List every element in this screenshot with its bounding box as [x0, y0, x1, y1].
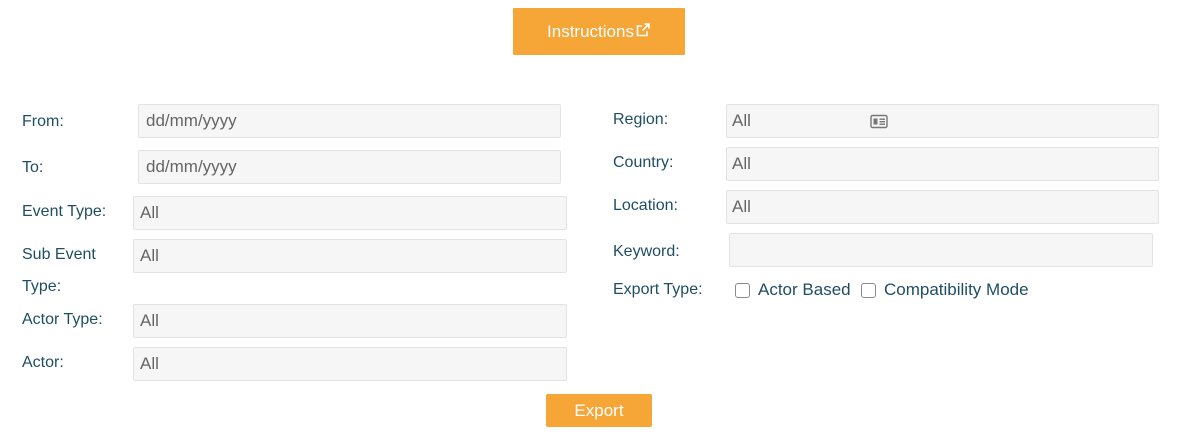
compatibility-mode-label[interactable]: Compatibility Mode [884, 280, 1029, 300]
region-value: All [732, 111, 751, 130]
sub-event-type-value: All [140, 246, 159, 265]
to-label: To: [22, 159, 44, 176]
region-select[interactable]: All [726, 104, 1159, 138]
export-label: Export [574, 400, 624, 420]
country-select[interactable]: All [726, 147, 1159, 181]
sub-event-type-label-line2: Type: [22, 278, 62, 295]
event-type-select[interactable]: All [133, 196, 567, 230]
actor-based-checkbox[interactable] [735, 283, 750, 298]
actor-type-select[interactable]: All [133, 304, 567, 338]
country-value: All [732, 154, 751, 173]
sub-event-type-label-line1: Sub Event [22, 246, 96, 263]
event-type-label: Event Type: [22, 203, 107, 220]
actor-type-value: All [140, 311, 159, 330]
to-date-placeholder: dd/mm/yyyy [146, 157, 237, 176]
from-label: From: [22, 113, 64, 130]
actor-based-label[interactable]: Actor Based [758, 280, 851, 300]
location-value: All [732, 197, 751, 216]
export-button[interactable]: Export [546, 394, 652, 427]
instructions-button[interactable]: Instructions [513, 8, 685, 55]
compatibility-mode-checkbox[interactable] [861, 283, 876, 298]
actor-select[interactable]: All [133, 347, 567, 381]
country-label: Country: [613, 154, 674, 171]
id-card-icon[interactable] [870, 114, 888, 129]
actor-type-label: Actor Type: [22, 311, 103, 328]
keyword-input[interactable] [729, 233, 1153, 267]
to-date-input[interactable]: dd/mm/yyyy [138, 150, 561, 184]
export-type-label: Export Type: [613, 281, 703, 298]
instructions-label: Instructions [547, 21, 634, 41]
keyword-label: Keyword: [613, 243, 680, 260]
location-label: Location: [613, 197, 678, 214]
location-select[interactable]: All [726, 190, 1159, 224]
actor-label: Actor: [22, 354, 64, 371]
region-label: Region: [613, 111, 669, 128]
actor-value: All [140, 354, 159, 373]
from-date-input[interactable]: dd/mm/yyyy [138, 104, 561, 138]
external-link-icon [636, 22, 650, 36]
event-type-value: All [140, 203, 159, 222]
sub-event-type-select[interactable]: All [133, 239, 567, 273]
from-date-placeholder: dd/mm/yyyy [146, 111, 237, 130]
